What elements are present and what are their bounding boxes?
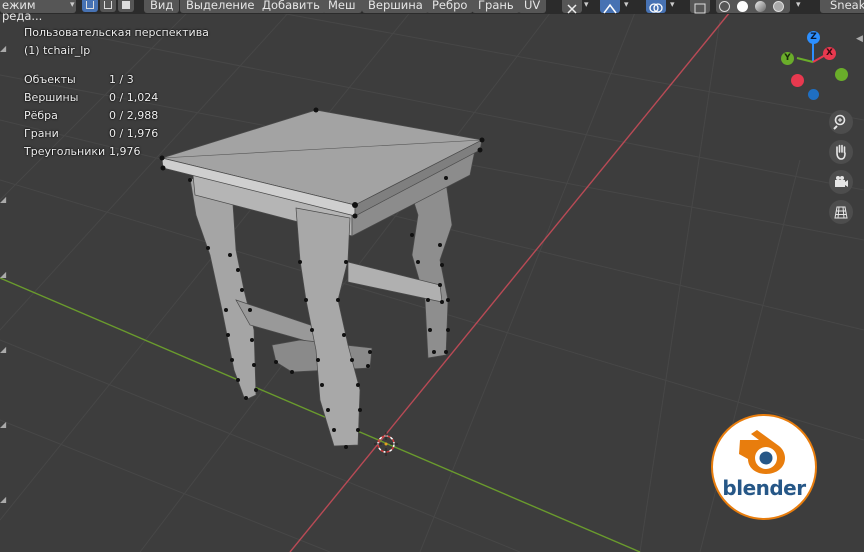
stat-value: 0 / 1,976: [109, 127, 159, 140]
gizmo-x-axis[interactable]: X: [823, 47, 836, 60]
chevron-down-icon: ▾: [796, 0, 801, 10]
blender-logo: blender: [711, 414, 817, 520]
toolbar-edge-marker[interactable]: ◢: [0, 270, 6, 279]
stat-label: Рёбра: [24, 109, 58, 122]
sidebar-toggle-icon[interactable]: ◀: [856, 34, 863, 44]
edge-select-icon: [104, 1, 112, 9]
menu-face-label: Грань: [478, 0, 514, 12]
snap-icon: [603, 3, 617, 14]
menu-vertex-label: Вершина: [368, 0, 423, 12]
gizmo-neg-z[interactable]: [808, 89, 819, 100]
stat-label: Вершины: [24, 91, 79, 104]
stat-value: 1 / 3: [109, 73, 134, 86]
stat-label: Объекты: [24, 73, 76, 86]
workspace-tab[interactable]: Sneak: [820, 0, 864, 13]
menu-add-label: Добавить: [262, 0, 320, 12]
blender-logo-text: blender: [722, 476, 806, 500]
object-name: (1) tchair_lp: [24, 44, 91, 57]
chair-mesh: [160, 109, 484, 447]
3d-cursor: [374, 432, 398, 456]
toolbar-edge-marker[interactable]: ◢: [0, 420, 6, 429]
snap-toggle-button[interactable]: [600, 0, 620, 14]
rendered-shading-icon[interactable]: [773, 1, 784, 12]
menu-uv[interactable]: UV: [518, 0, 547, 13]
mode-selector[interactable]: ежим реда...: [0, 0, 76, 22]
workspace-tab-label: Sneak: [830, 0, 864, 12]
gizmo-neg-y[interactable]: [835, 68, 848, 81]
toolbar-edge-marker[interactable]: ◢: [0, 195, 6, 204]
overlays-icon: [649, 3, 663, 13]
overlays-toggle-button[interactable]: [646, 0, 666, 13]
magnifier-icon: [833, 114, 846, 130]
3d-viewport[interactable]: ежим реда... ▾ Вид Выделение Добавить Ме…: [0, 0, 864, 552]
toolbar-edge-marker[interactable]: ◢: [0, 44, 6, 53]
stat-value: 0 / 1,024: [109, 91, 159, 104]
material-shading-icon[interactable]: [755, 1, 766, 12]
viewport-header: ежим реда... ▾ Вид Выделение Добавить Ме…: [0, 0, 864, 22]
menu-add[interactable]: Добавить: [256, 0, 326, 13]
chevron-down-icon: ▾: [670, 0, 675, 10]
blender-logo-mark: [739, 430, 785, 474]
chevron-down-icon: ▾: [70, 0, 75, 10]
stat-value: 0 / 2,988: [109, 109, 159, 122]
menu-vertex[interactable]: Вершина: [362, 0, 429, 13]
menu-edge-label: Ребро: [432, 0, 468, 12]
stat-label: Треугольники: [24, 145, 106, 158]
camera-view-icon: [835, 176, 848, 187]
gizmo-z-axis[interactable]: Z: [807, 31, 820, 44]
view-name: Пользовательская перспектива: [24, 26, 209, 39]
face-select-icon: [122, 1, 130, 9]
gizmo-y-axis[interactable]: Y: [781, 52, 794, 65]
menu-view[interactable]: Вид: [144, 0, 180, 13]
face-select-button[interactable]: [118, 0, 134, 12]
grid-icon: [834, 206, 848, 219]
menu-edge[interactable]: Ребро: [426, 0, 474, 13]
menu-face[interactable]: Грань: [472, 0, 520, 13]
xray-toggle-button[interactable]: [690, 0, 710, 14]
pivot-icon: [567, 4, 577, 14]
hand-icon: [836, 144, 846, 160]
stat-value: 1,976: [109, 145, 141, 158]
menu-select[interactable]: Выделение: [180, 0, 261, 13]
stat-label: Грани: [24, 127, 59, 140]
chevron-down-icon: ▾: [624, 0, 629, 10]
camera-icon[interactable]: [829, 170, 853, 194]
menu-uv-label: UV: [524, 0, 541, 12]
gizmo-neg-x[interactable]: [791, 74, 804, 87]
shading-mode-group: [716, 0, 790, 13]
transform-pivot-button[interactable]: [562, 0, 582, 14]
pan-hand-icon[interactable]: [829, 140, 853, 164]
menu-select-label: Выделение: [186, 0, 255, 12]
zoom-icon[interactable]: [829, 110, 853, 134]
toolbar-edge-marker[interactable]: ◢: [0, 495, 6, 504]
vertex-select-icon: [86, 1, 94, 9]
wireframe-shading-icon[interactable]: [719, 1, 730, 12]
chevron-down-icon: ▾: [584, 0, 589, 10]
menu-view-label: Вид: [150, 0, 174, 12]
edge-select-button[interactable]: [100, 0, 116, 12]
menu-mesh-label: Меш: [328, 0, 356, 12]
toolbar-edge-marker[interactable]: ◢: [0, 345, 6, 354]
menu-mesh[interactable]: Меш: [322, 0, 362, 13]
mode-selector-label: ежим реда...: [2, 0, 43, 23]
xray-icon: [694, 3, 706, 14]
perspective-grid-icon[interactable]: [829, 200, 853, 224]
vertex-select-button[interactable]: [82, 0, 98, 12]
solid-shading-icon[interactable]: [737, 1, 748, 12]
